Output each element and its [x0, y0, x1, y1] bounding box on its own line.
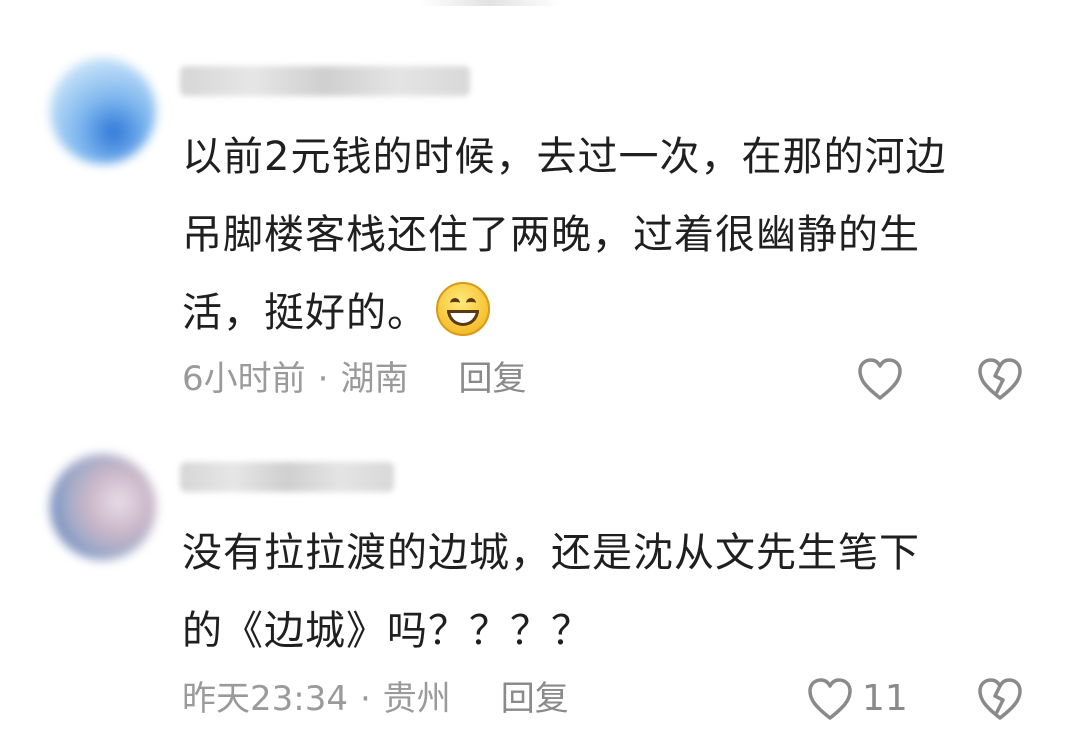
avatar[interactable]: [50, 58, 156, 164]
heart-outline-icon[interactable]: [856, 356, 904, 402]
avatar[interactable]: [50, 454, 156, 560]
top-divider-fade: [420, 0, 560, 6]
comment-location: 贵州: [382, 679, 451, 719]
comment-text: 以前2元钱的时候，去过一次，在那的河边 吊脚楼客栈还住了两晚，过着很幽静的生 活…: [182, 134, 947, 336]
reply-button[interactable]: 回复: [501, 679, 569, 719]
comment-time: 6小时前: [182, 359, 306, 399]
grinning-face-emoji-icon: [436, 282, 490, 336]
comment-meta: 昨天23:34 · 贵州 回复: [182, 679, 569, 719]
comment-location: 湖南: [340, 359, 409, 399]
heart-outline-icon[interactable]: [806, 676, 854, 722]
like-count: 11: [862, 678, 908, 719]
username-blurred[interactable]: [180, 462, 394, 492]
username-blurred[interactable]: [180, 66, 470, 96]
comment-time: 昨天23:34: [182, 679, 348, 719]
reply-button[interactable]: 回复: [458, 359, 526, 399]
comment-text: 没有拉拉渡的边城，还是沈从文先生笔下 的《边城》吗？？？？: [182, 530, 920, 654]
comment-meta: 6小时前 · 湖南 回复: [182, 359, 527, 399]
broken-heart-icon[interactable]: [976, 676, 1024, 722]
broken-heart-icon[interactable]: [976, 356, 1024, 402]
